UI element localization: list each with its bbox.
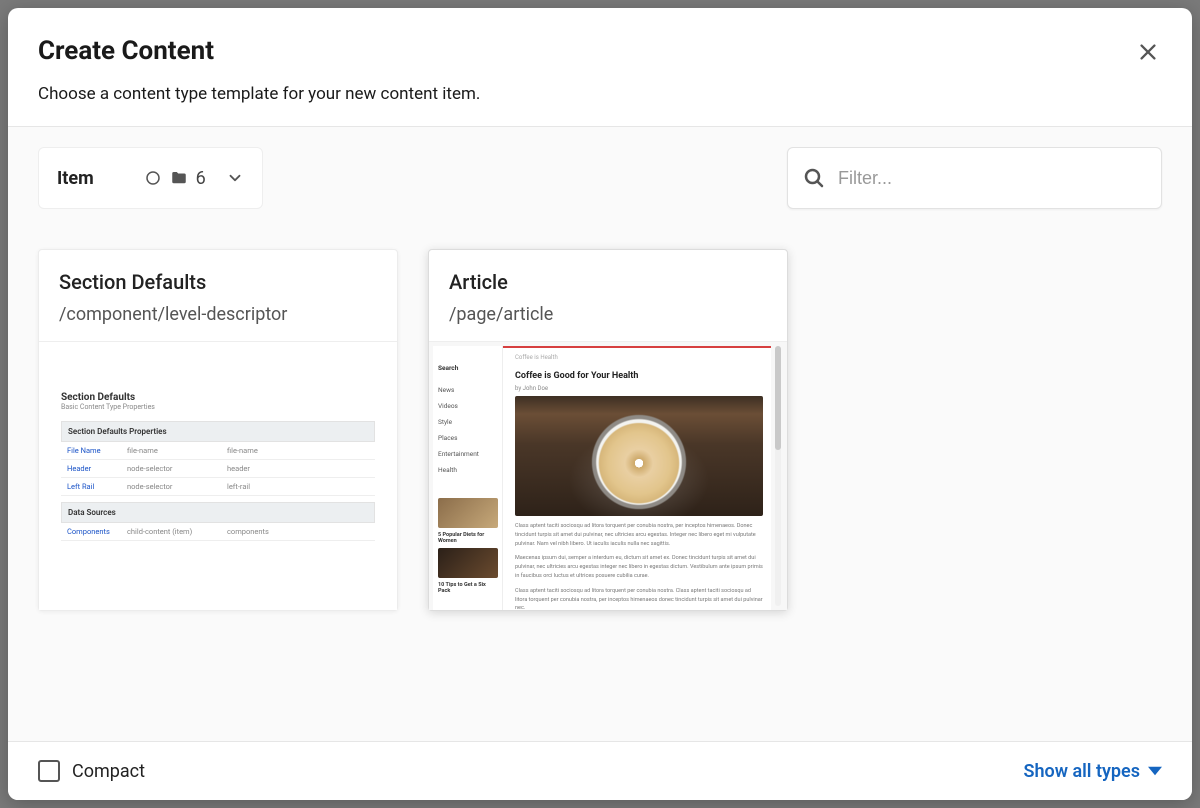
checkbox-icon (38, 760, 60, 782)
card-header: Section Defaults /component/level-descri… (39, 250, 397, 342)
filter-field[interactable] (787, 147, 1162, 209)
card-preview: Section Defaults Basic Content Type Prop… (39, 342, 397, 610)
item-selector-meta: 6 (144, 168, 244, 189)
article-preview-main: Coffee is Health Coffee is Good for Your… (503, 346, 771, 610)
modal-footer: Compact Show all types (8, 741, 1192, 800)
close-icon (1137, 41, 1159, 63)
template-cards: Section Defaults /component/level-descri… (38, 249, 1162, 611)
item-selector-count: 6 (196, 168, 206, 189)
create-content-modal: Create Content Choose a content type tem… (8, 8, 1192, 800)
chevron-down-icon (226, 169, 244, 187)
modal-subtitle: Choose a content type template for your … (38, 84, 1162, 104)
modal-body: Item 6 Section Defau (8, 127, 1192, 741)
article-preview-sidebar: Search News Videos Style Places Entertai… (433, 346, 503, 610)
controls-row: Item 6 (38, 147, 1162, 209)
card-path: /page/article (449, 304, 767, 325)
card-preview: Search News Videos Style Places Entertai… (429, 342, 787, 610)
compact-label: Compact (72, 761, 145, 782)
card-header: Article /page/article (429, 250, 787, 342)
compact-toggle[interactable]: Compact (38, 760, 145, 782)
preview-scrollbar (775, 346, 781, 606)
card-title: Article (449, 270, 767, 294)
item-selector-label: Item (57, 168, 94, 189)
modal-header: Create Content Choose a content type tem… (8, 8, 1192, 127)
search-icon (802, 166, 826, 190)
card-title: Section Defaults (59, 270, 377, 294)
modal-title: Create Content (38, 36, 1162, 66)
folder-icon (170, 169, 188, 187)
close-button[interactable] (1134, 38, 1162, 66)
filter-input[interactable] (838, 168, 1147, 189)
circle-icon (144, 169, 162, 187)
item-selector-dropdown[interactable]: Item 6 (38, 147, 263, 209)
template-card-section-defaults[interactable]: Section Defaults /component/level-descri… (38, 249, 398, 611)
card-path: /component/level-descriptor (59, 304, 377, 325)
triangle-down-icon (1148, 764, 1162, 778)
section-defaults-preview: Section Defaults Basic Content Type Prop… (39, 342, 397, 551)
show-all-types-button[interactable]: Show all types (1023, 761, 1162, 782)
article-hero-image (515, 396, 763, 516)
article-preview: Search News Videos Style Places Entertai… (429, 342, 787, 610)
show-all-types-label: Show all types (1023, 761, 1140, 782)
template-card-article[interactable]: Article /page/article Search News Videos… (428, 249, 788, 611)
